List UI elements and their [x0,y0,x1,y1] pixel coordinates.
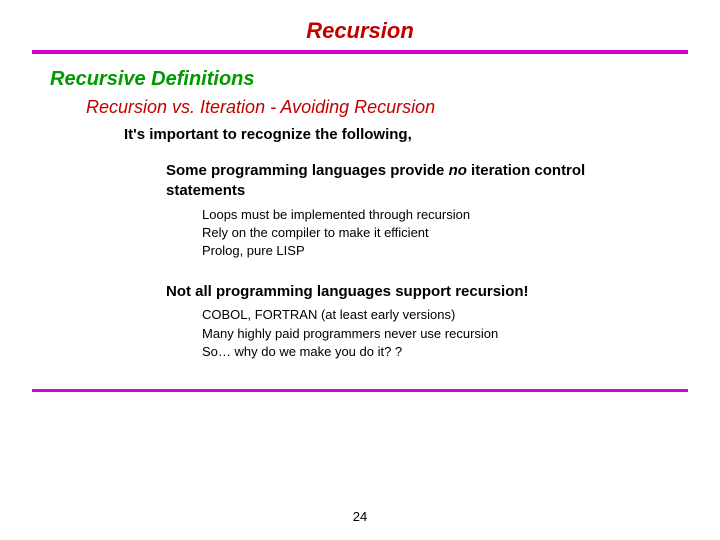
point-1: Some programming languages provide no it… [166,161,640,202]
point-1-sub-3: Prolog, pure LISP [202,242,680,260]
point-1-sub-1: Loops must be implemented through recurs… [202,206,680,224]
point-block-2: Not all programming languages support re… [40,282,680,361]
point-2: Not all programming languages support re… [166,282,640,302]
slide-title: Recursion [40,18,680,44]
subsection-heading: Recursion vs. Iteration - Avoiding Recur… [86,97,680,118]
point-2-sub-1: COBOL, FORTRAN (at least early versions) [202,306,680,324]
slide: Recursion Recursive Definitions Recursio… [0,0,720,540]
lead-text: It's important to recognize the followin… [124,126,680,143]
point-1-em: no [449,162,467,179]
section-heading: Recursive Definitions [50,68,680,91]
point-1-pre: Some programming languages provide [166,162,449,179]
point-2-sub-2: Many highly paid programmers never use r… [202,325,680,343]
point-2-sub-3: So… why do we make you do it? ? [202,343,680,361]
point-1-sub-2: Rely on the compiler to make it efficien… [202,224,680,242]
page-number: 24 [0,509,720,524]
point-block-1: Some programming languages provide no it… [40,161,680,260]
divider-bottom [32,389,688,392]
divider-top [32,50,688,54]
